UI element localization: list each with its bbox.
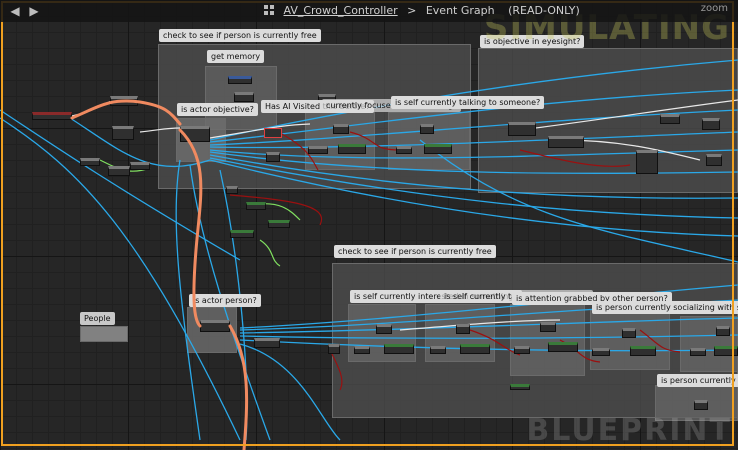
node[interactable]: [420, 124, 434, 134]
comment-label-talking-top: is self currently talking to someone?: [391, 96, 545, 109]
node[interactable]: [548, 136, 584, 148]
node[interactable]: [376, 324, 392, 334]
branch-node[interactable]: [630, 346, 656, 356]
node[interactable]: [354, 346, 370, 354]
comment-label-actor-person: is actor person?: [189, 294, 261, 307]
event-node[interactable]: [32, 112, 72, 120]
comment-label-socializing: is person currently socializing with som…: [592, 301, 738, 314]
forward-arrow-icon[interactable]: ▶: [27, 4, 41, 18]
node[interactable]: [112, 126, 134, 140]
node[interactable]: [234, 92, 254, 102]
node[interactable]: [396, 146, 412, 154]
branch-node-actor-objective[interactable]: [180, 126, 210, 142]
node[interactable]: [268, 220, 290, 228]
branch-node[interactable]: [424, 144, 452, 154]
node[interactable]: [108, 166, 130, 176]
node[interactable]: [328, 344, 340, 354]
comment-label-check-free-top: check to see if person is currently free: [159, 29, 321, 42]
graph-titlebar: ◀ ▶ AV_Crowd_Controller > Event Graph (R…: [0, 0, 738, 22]
comment-box-objective-eyesight[interactable]: [478, 48, 738, 193]
blueprint-grid-icon: [264, 5, 274, 15]
zoom-label: zoom: [700, 3, 728, 14]
node[interactable]: [230, 230, 254, 238]
node[interactable]: [308, 146, 328, 154]
blueprint-watermark: BLUEPRINT: [526, 413, 732, 448]
node[interactable]: [636, 150, 658, 174]
comment-box-socializing[interactable]: [590, 310, 670, 370]
node[interactable]: [622, 328, 636, 338]
branch-node[interactable]: [714, 346, 738, 356]
node[interactable]: [716, 326, 730, 336]
wire: [259, 239, 281, 267]
node[interactable]: [130, 162, 150, 170]
branch-node[interactable]: [338, 144, 366, 154]
node[interactable]: [456, 324, 470, 334]
node[interactable]: [246, 202, 266, 210]
node[interactable]: [80, 158, 100, 166]
breadcrumb-blueprint-name[interactable]: AV_Crowd_Controller: [284, 4, 398, 17]
branch-node[interactable]: [460, 344, 490, 354]
node[interactable]: [264, 128, 282, 138]
wire: [239, 343, 341, 441]
node[interactable]: [706, 154, 722, 166]
node[interactable]: [508, 122, 536, 136]
node[interactable]: [333, 124, 349, 134]
node[interactable]: [226, 186, 238, 194]
back-arrow-icon[interactable]: ◀: [8, 4, 22, 18]
comment-box-people[interactable]: [80, 326, 128, 342]
node[interactable]: [694, 400, 708, 410]
node[interactable]: [540, 322, 556, 332]
branch-node-actor-person[interactable]: [200, 320, 230, 332]
branch-node[interactable]: [384, 344, 414, 354]
node[interactable]: [514, 346, 530, 354]
node[interactable]: [592, 348, 610, 356]
node[interactable]: [702, 118, 720, 130]
breadcrumb-separator: >: [407, 4, 417, 17]
comment-label-check-free-bottom: check to see if person is currently free: [334, 245, 496, 258]
comment-box-socializing-2[interactable]: [680, 316, 738, 372]
comment-box-attention-grabbed[interactable]: [510, 304, 585, 376]
node[interactable]: [254, 338, 280, 348]
node[interactable]: [690, 348, 706, 356]
node[interactable]: [430, 346, 446, 354]
get-memory-node[interactable]: [228, 76, 252, 84]
comment-box-talking-top[interactable]: [388, 112, 470, 170]
blueprint-graph-canvas[interactable]: ◀ ▶ AV_Crowd_Controller > Event Graph (R…: [0, 0, 738, 450]
breadcrumb: AV_Crowd_Controller > Event Graph (READ-…: [264, 4, 586, 17]
comment-box-focused[interactable]: [305, 112, 375, 170]
branch-node[interactable]: [548, 342, 578, 352]
breadcrumb-graph-name: Event Graph: [425, 4, 495, 17]
comment-label-get-memory: get memory: [207, 50, 265, 63]
node[interactable]: [110, 96, 138, 106]
node[interactable]: [266, 152, 280, 162]
comment-label-people: People: [80, 312, 115, 325]
node[interactable]: [660, 114, 680, 124]
read-only-badge: (READ-ONLY): [508, 4, 580, 17]
comment-label-currently-look: is person currently look: [657, 374, 738, 387]
node[interactable]: [510, 384, 530, 390]
comment-label-actor-objective: is actor objective?: [177, 103, 258, 116]
